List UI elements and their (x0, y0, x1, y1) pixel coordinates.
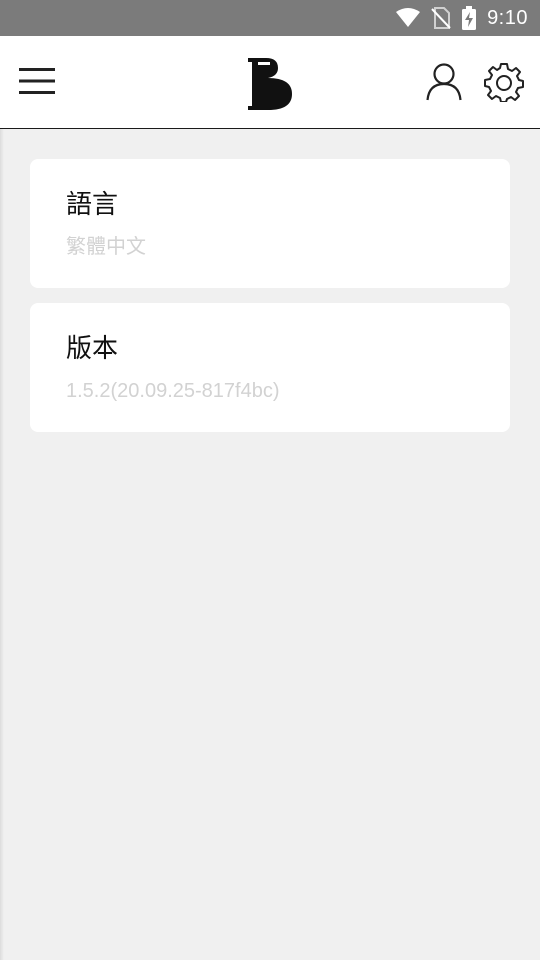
status-bar: 9:10 (0, 0, 540, 36)
app-bar: B (0, 36, 540, 129)
version-value: 1.5.2(20.09.25-817f4bc) (66, 380, 280, 402)
logo-text: B (244, 56, 245, 57)
language-value: 繁體中文 (66, 236, 146, 258)
app-logo: B (244, 56, 296, 112)
version-setting-card[interactable]: 版本 1.5.2(20.09.25-817f4bc) (30, 303, 510, 432)
user-icon (425, 62, 463, 106)
language-setting-card[interactable]: 語言 繁體中文 (30, 159, 510, 288)
version-label: 版本 (66, 334, 119, 364)
wifi-icon (395, 8, 421, 28)
gear-icon (484, 62, 524, 106)
hamburger-menu-icon (18, 66, 56, 100)
settings-button[interactable] (480, 60, 528, 108)
no-sim-icon (431, 7, 451, 29)
menu-button[interactable] (12, 58, 62, 108)
language-label: 語言 (66, 190, 119, 220)
battery-charging-icon (461, 6, 477, 30)
status-time: 9:10 (487, 6, 528, 29)
profile-button[interactable] (420, 60, 468, 108)
drawer-edge (0, 129, 4, 960)
